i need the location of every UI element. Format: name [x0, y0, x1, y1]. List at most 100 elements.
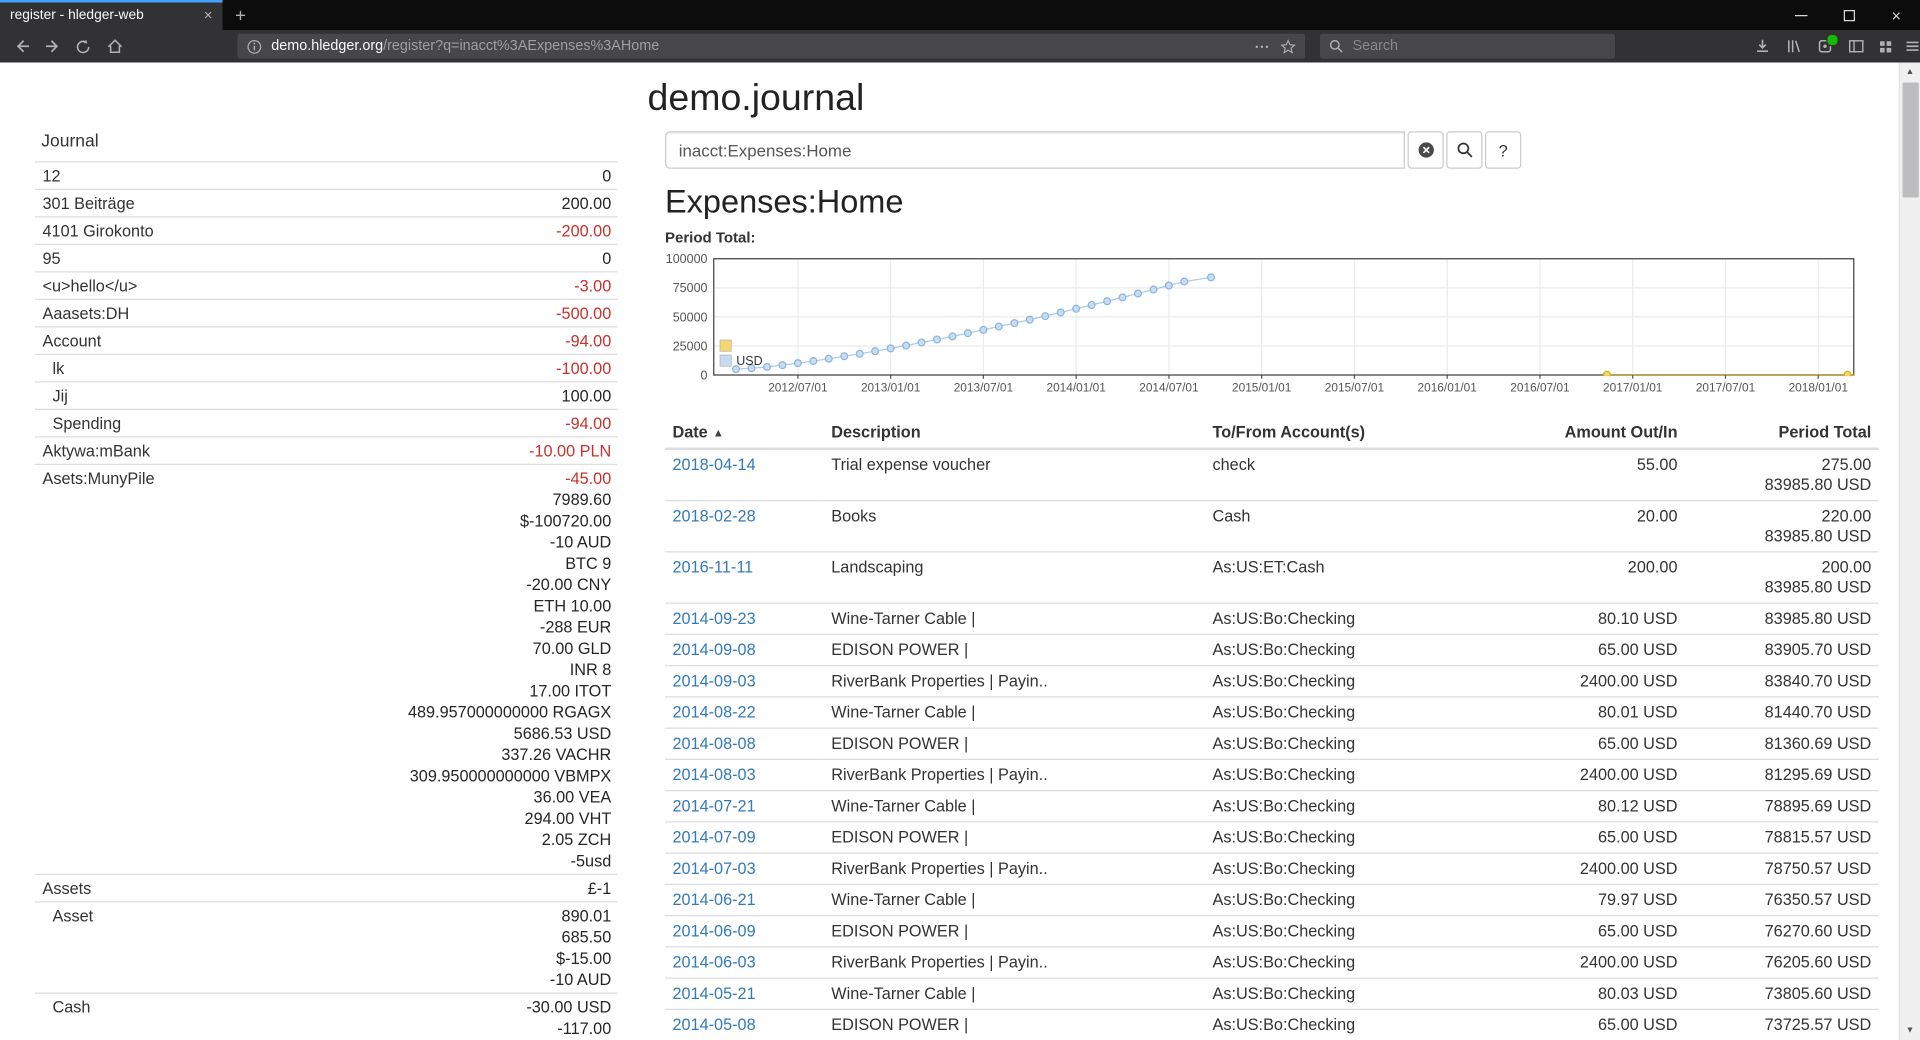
account-name-link[interactable]: Account [35, 330, 101, 351]
transaction-date-link[interactable]: 2014-08-03 [673, 765, 756, 784]
transaction-date-link[interactable]: 2014-08-08 [673, 734, 756, 753]
sidebar-account-row[interactable]: Aktywa:mBank-10.00 PLN [35, 436, 618, 464]
account-name-link[interactable]: Aktywa:mBank [35, 440, 150, 461]
transaction-date-link[interactable]: 2014-09-23 [673, 609, 756, 628]
column-header-to-from-account-s-[interactable]: To/From Account(s) [1205, 416, 1555, 449]
transaction-date-link[interactable]: 2016-11-11 [673, 558, 754, 577]
sidebar-account-row[interactable]: Asets:MunyPile-45.007989.60$-100720.00-1… [35, 464, 618, 874]
sidebar-account-row[interactable]: Account-94.00 [35, 326, 618, 354]
balance-chart[interactable]: 02500050000750001000002012/07/012013/01/… [665, 251, 1890, 407]
sidebar-account-row[interactable]: lk-100.00 [35, 354, 618, 382]
account-name-link[interactable]: Asets:MunyPile [35, 468, 154, 872]
sidebar-account-row[interactable]: 4101 Girokonto-200.00 [35, 216, 618, 244]
column-header-period-total[interactable]: Period Total [1685, 416, 1879, 449]
sidebar-account-row[interactable]: Jij100.00 [35, 381, 618, 409]
sidebar-journal-link[interactable]: Journal [41, 130, 98, 150]
menu-button[interactable] [1898, 31, 1920, 61]
sidebar-account-row[interactable]: <u>hello</u>-3.00 [35, 271, 618, 299]
library-button[interactable] [1779, 31, 1809, 61]
register-row[interactable]: 2018-02-28BooksCash20.00220.0083985.80 U… [665, 501, 1879, 552]
account-name-link[interactable]: Cash [35, 996, 90, 1039]
register-row[interactable]: 2014-06-09EDISON POWER |As:US:Bo:Checkin… [665, 916, 1879, 947]
scrollbar-thumb[interactable] [1903, 83, 1919, 198]
new-tab-button[interactable]: + [223, 0, 259, 30]
transaction-date-link[interactable]: 2014-08-22 [673, 703, 756, 722]
register-row[interactable]: 2014-09-08EDISON POWER |As:US:Bo:Checkin… [665, 634, 1879, 665]
account-name-link[interactable]: 95 [35, 248, 61, 269]
account-name-link[interactable]: 301 Beiträge [35, 193, 135, 214]
extension-button[interactable] [1810, 31, 1840, 61]
register-row[interactable]: 2014-05-21Wine-Tarner Cable |As:US:Bo:Ch… [665, 978, 1879, 1009]
column-header-amount-out-in[interactable]: Amount Out/In [1555, 416, 1685, 449]
register-row[interactable]: 2014-06-21Wine-Tarner Cable |As:US:Bo:Ch… [665, 884, 1879, 915]
sidebar-account-row[interactable]: 120 [35, 161, 618, 189]
query-input[interactable] [665, 131, 1405, 169]
register-row[interactable]: 2014-08-08EDISON POWER |As:US:Bo:Checkin… [665, 728, 1879, 759]
transaction-date-link[interactable]: 2014-06-03 [673, 953, 756, 972]
sidebar-account-row[interactable]: Cash-30.00 USD-117.00 [35, 993, 618, 1040]
transaction-date-link[interactable]: 2018-02-28 [673, 506, 756, 525]
account-name-link[interactable]: 12 [35, 165, 61, 186]
transaction-date-link[interactable]: 2014-07-03 [673, 859, 756, 878]
transaction-date-link[interactable]: 2014-06-09 [673, 921, 756, 940]
account-name-link[interactable]: Assets [35, 878, 91, 899]
transaction-date-link[interactable]: 2018-04-14 [673, 455, 756, 474]
forward-button[interactable] [38, 31, 68, 61]
submit-search-button[interactable] [1446, 131, 1482, 169]
register-row[interactable]: 2014-07-21Wine-Tarner Cable |As:US:Bo:Ch… [665, 791, 1879, 822]
transaction-date-link[interactable]: 2014-05-08 [673, 1015, 756, 1034]
transaction-date-link[interactable]: 2014-09-08 [673, 640, 756, 659]
register-row[interactable]: 2016-11-11LandscapingAs:US:ET:Cash200.00… [665, 552, 1879, 603]
transaction-date-link[interactable]: 2014-07-09 [673, 828, 756, 847]
register-row[interactable]: 2014-09-23Wine-Tarner Cable |As:US:Bo:Ch… [665, 603, 1879, 634]
browser-tab[interactable]: register - hledger-web × [0, 0, 223, 30]
url-bar[interactable]: demo.hledger.org/register?q=inacct%3AExp… [238, 34, 1306, 59]
transaction-date-link[interactable]: 2014-09-03 [673, 671, 756, 690]
downloads-button[interactable] [1748, 31, 1778, 61]
site-info-icon[interactable] [246, 38, 262, 54]
browser-search-bar[interactable]: Search [1320, 34, 1615, 59]
apps-grid-button[interactable] [1870, 31, 1900, 61]
account-name-link[interactable]: Jij [35, 385, 68, 406]
account-name-link[interactable]: <u>hello</u> [35, 275, 137, 296]
sidebar-account-row[interactable]: 301 Beiträge200.00 [35, 189, 618, 217]
sidebar-account-row[interactable]: Asset890.01685.50$-15.00-10 AUD [35, 901, 618, 992]
clear-query-button[interactable] [1408, 131, 1444, 169]
transaction-date-link[interactable]: 2014-07-21 [673, 796, 756, 815]
window-maximize-button[interactable] [1825, 0, 1873, 30]
register-row[interactable]: 2014-09-03RiverBank Properties | Payin..… [665, 666, 1879, 697]
home-button[interactable] [100, 31, 130, 61]
column-header-description[interactable]: Description [824, 416, 1205, 449]
sidebar-account-row[interactable]: Aaasets:DH-500.00 [35, 299, 618, 327]
page-scrollbar[interactable]: ▲ ▼ [1899, 63, 1920, 1040]
register-row[interactable]: 2014-08-22Wine-Tarner Cable |As:US:Bo:Ch… [665, 697, 1879, 728]
account-name-link[interactable]: 4101 Girokonto [35, 220, 154, 241]
register-row[interactable]: 2014-08-03RiverBank Properties | Payin..… [665, 759, 1879, 790]
account-name-link[interactable]: lk [35, 358, 64, 379]
help-button[interactable]: ? [1485, 131, 1521, 169]
bookmark-star-button[interactable] [1280, 38, 1296, 54]
scroll-down-arrow-icon[interactable]: ▼ [1900, 1021, 1920, 1040]
register-row[interactable]: 2014-07-03RiverBank Properties | Payin..… [665, 853, 1879, 884]
window-minimize-button[interactable] [1778, 0, 1826, 30]
sidebar-toggle-button[interactable] [1841, 31, 1871, 61]
back-button[interactable] [8, 31, 38, 61]
account-name-link[interactable]: Spending [35, 413, 121, 434]
page-actions-button[interactable] [1254, 38, 1270, 54]
register-row[interactable]: 2018-04-14Trial expense vouchercheck55.0… [665, 449, 1879, 501]
column-header-date[interactable]: Date▲ [665, 416, 824, 449]
reload-button[interactable] [68, 31, 98, 61]
window-close-button[interactable]: × [1873, 0, 1920, 30]
register-row[interactable]: 2014-05-08EDISON POWER |As:US:Bo:Checkin… [665, 1009, 1879, 1040]
url-text[interactable]: demo.hledger.org/register?q=inacct%3AExp… [271, 39, 1244, 54]
account-name-link[interactable]: Aaasets:DH [35, 303, 129, 324]
transaction-date-link[interactable]: 2014-06-21 [673, 890, 756, 909]
account-name-link[interactable]: Asset [35, 905, 93, 990]
sidebar-account-row[interactable]: Spending-94.00 [35, 409, 618, 437]
sidebar-account-row[interactable]: Assets£-1 [35, 874, 618, 902]
register-row[interactable]: 2014-06-03RiverBank Properties | Payin..… [665, 947, 1879, 978]
register-row[interactable]: 2014-07-09EDISON POWER |As:US:Bo:Checkin… [665, 822, 1879, 853]
sidebar-account-row[interactable]: 950 [35, 244, 618, 272]
transaction-date-link[interactable]: 2014-05-21 [673, 984, 756, 1003]
tab-close-icon[interactable]: × [204, 8, 213, 23]
